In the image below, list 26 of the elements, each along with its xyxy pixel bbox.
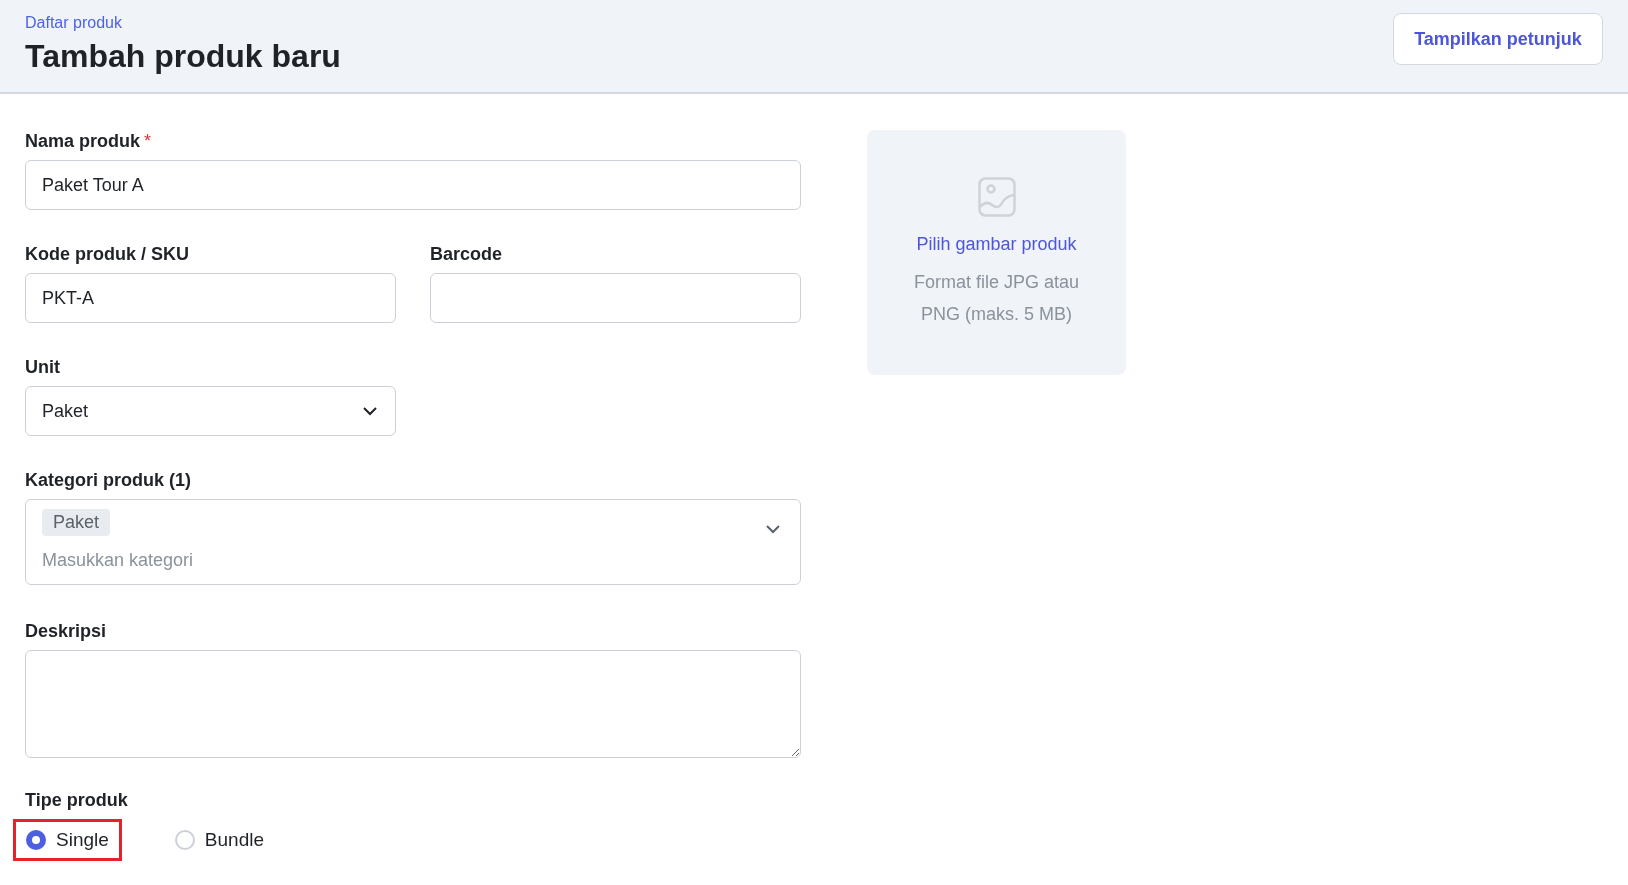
placeholder-text: Masukkan kategori <box>42 549 194 572</box>
input-field[interactable] <box>430 273 801 323</box>
radio-button[interactable] <box>26 830 46 850</box>
required-mark: * <box>144 130 152 153</box>
field-label: Barcode <box>430 243 503 266</box>
category-field[interactable]: Paket Masukkan kategori <box>25 499 801 585</box>
image-icon <box>977 177 1016 217</box>
category-tag: Paket <box>42 509 111 536</box>
field-label: Kategori produk (1) <box>25 469 191 492</box>
help-button[interactable]: Tampilkan petunjuk <box>1393 13 1603 65</box>
image-upload-area[interactable]: Pilih gambar produk Format file JPG atau PNG (maks. 5 MB) <box>867 130 1126 375</box>
input-field[interactable]: Paket Tour A <box>25 160 801 210</box>
textarea-field[interactable] <box>25 650 801 758</box>
format-hint: Format file JPG atau PNG (maks. 5 MB) <box>912 271 1081 326</box>
select-field[interactable]: Paket <box>25 386 396 436</box>
field-label: Nama produk <box>25 130 141 153</box>
radio-label[interactable]: Bundle <box>204 825 264 855</box>
page-title: Tambah produk baru <box>25 37 341 76</box>
choose-image-link[interactable]: Pilih gambar produk <box>916 231 1077 258</box>
field-label: Tipe produk <box>25 789 128 812</box>
field-label: Unit <box>25 356 60 379</box>
input-field[interactable]: PKT-A <box>25 273 396 323</box>
field-label: Deskripsi <box>25 620 107 643</box>
field-label: Kode produk / SKU <box>25 243 189 266</box>
breadcrumb-link[interactable]: Daftar produk <box>25 13 122 33</box>
radio-label[interactable]: Single <box>56 825 109 855</box>
